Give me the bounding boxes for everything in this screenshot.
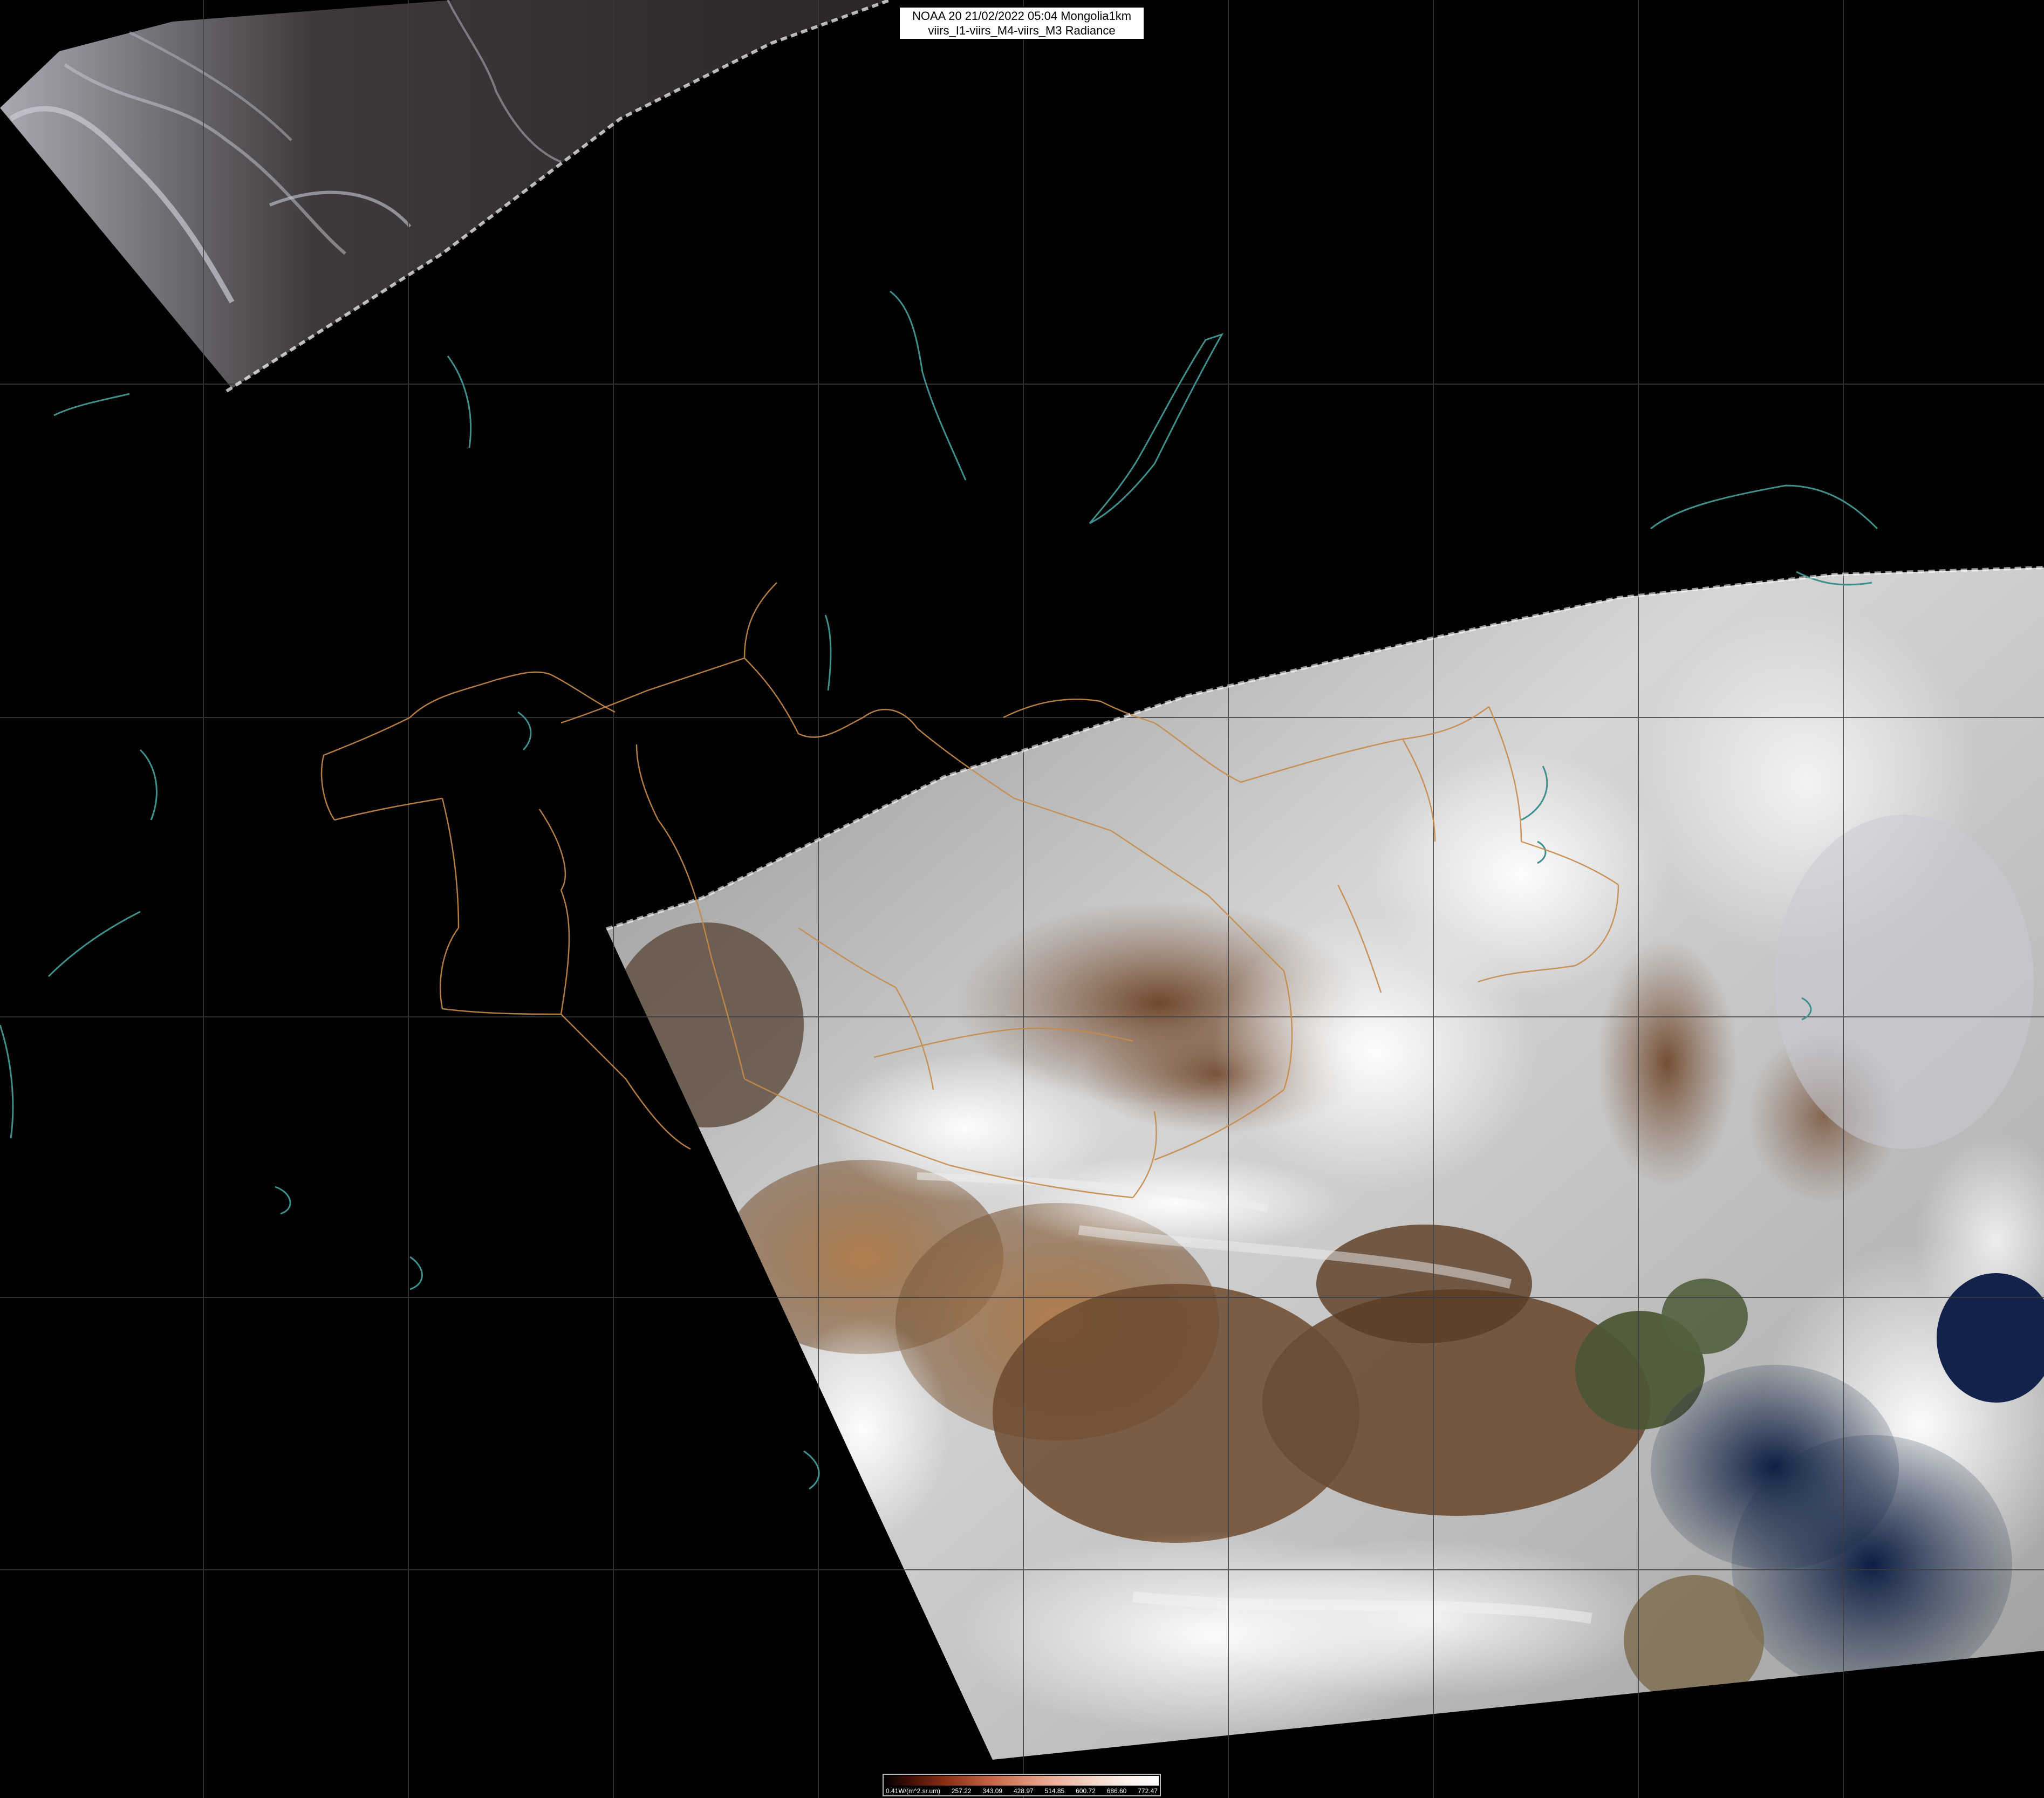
title-line-2: viirs_I1-viirs_M4-viirs_M3 Radiance bbox=[928, 24, 1116, 37]
title-line-1: NOAA 20 21/02/2022 05:04 Mongolia1km bbox=[912, 9, 1132, 23]
main-swath-image bbox=[606, 568, 2044, 1760]
colorbar-label: 600.72 bbox=[1076, 1787, 1096, 1795]
image-title-box: NOAA 20 21/02/2022 05:04 Mongolia1km vii… bbox=[899, 6, 1145, 40]
colorbar-label: 343.09 bbox=[982, 1787, 1003, 1795]
colorbar-label: 514.85 bbox=[1044, 1787, 1065, 1795]
colorbar-label: 0.41W/(m^2.sr.um) bbox=[886, 1787, 940, 1795]
map-canvas bbox=[0, 0, 2044, 1798]
colorbar-label: 772.47 bbox=[1138, 1787, 1158, 1795]
colorbar-ramp bbox=[885, 1776, 1159, 1786]
colorbar-label: 686.60 bbox=[1106, 1787, 1127, 1795]
satellite-map-view: NOAA 20 21/02/2022 05:04 Mongolia1km vii… bbox=[0, 0, 2044, 1798]
colorbar-label: 428.97 bbox=[1013, 1787, 1034, 1795]
upper-swath-image bbox=[0, 0, 890, 388]
colorbar-label: 257.22 bbox=[951, 1787, 972, 1795]
radiance-colorbar: 0.41W/(m^2.sr.um) 257.22 343.09 428.97 5… bbox=[883, 1774, 1161, 1796]
colorbar-labels: 0.41W/(m^2.sr.um) 257.22 343.09 428.97 5… bbox=[886, 1787, 1158, 1795]
